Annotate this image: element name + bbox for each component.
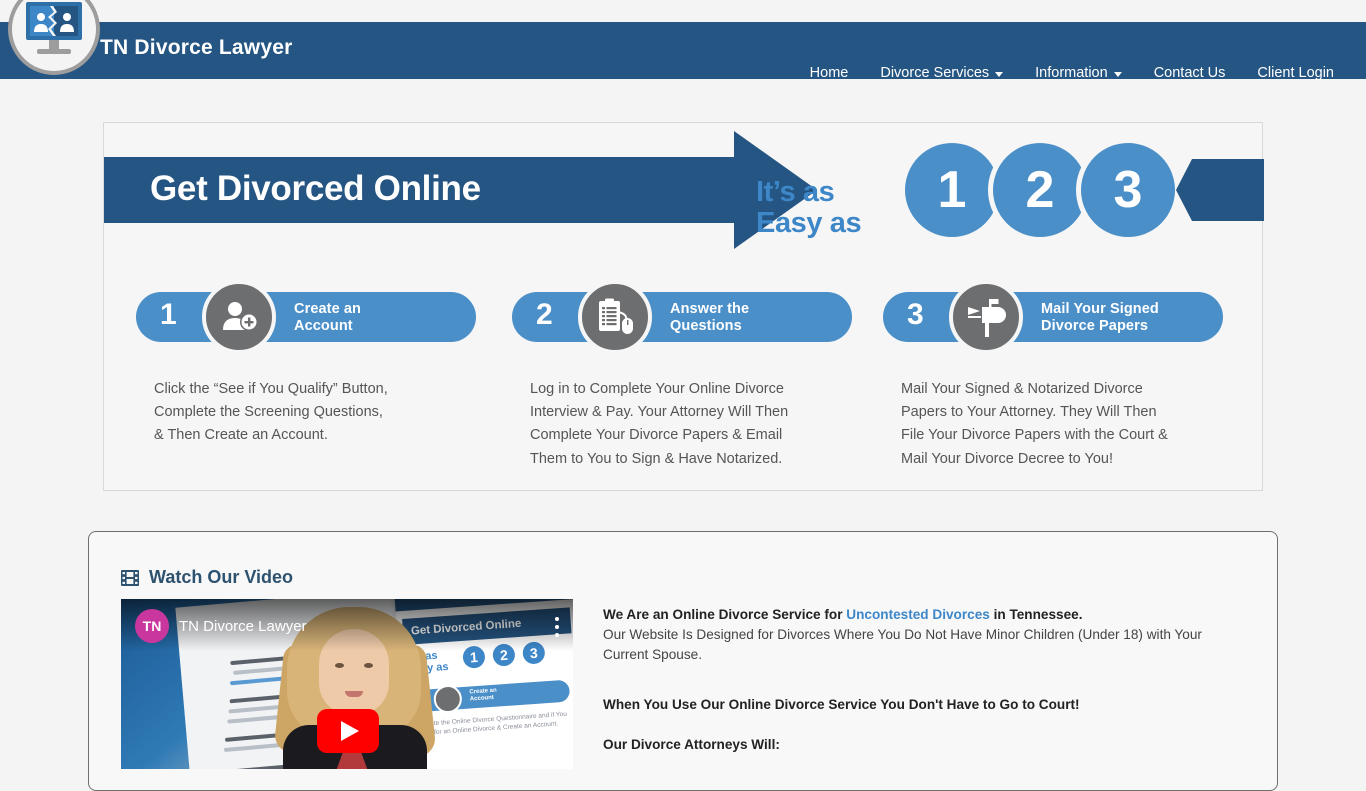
video-section-heading: Watch Our Video — [121, 567, 293, 588]
nav-item-divorce-services[interactable]: Divorce Services — [864, 57, 1019, 89]
video-card: Watch Our Video Get Divorced Online It's — [88, 531, 1278, 791]
nav-item-client-login[interactable]: Client Login — [1241, 57, 1350, 89]
clipboard-mouse-icon — [578, 280, 652, 354]
easy-line-1: It’s as — [756, 176, 835, 208]
thumbnail-pill-line-2: Account — [469, 694, 495, 703]
video-title[interactable]: TN Divorce Lawyer — [179, 618, 307, 635]
youtube-play-icon[interactable] — [317, 709, 379, 753]
step-label-line-1: Create an — [294, 301, 361, 317]
steps-card: Get Divorced Online It’s as Easy as 1 2 … — [103, 122, 1264, 491]
step-pill-1[interactable]: 1 Create an Account — [136, 280, 476, 354]
chevron-down-icon — [1113, 71, 1122, 77]
hero-banner: Get Divorced Online It’s as Easy as 1 2 … — [104, 131, 1264, 249]
channel-avatar[interactable]: TN — [135, 609, 169, 643]
step-label-2: Answer the Questions — [670, 301, 749, 335]
add-user-icon — [202, 280, 276, 354]
step-pill-3[interactable]: 3 Mail Your Signed Divorce Papers — [883, 280, 1223, 354]
step-column-2: 2 Answer the Questions Log in to Complet… — [512, 280, 884, 471]
banner-title: Get Divorced Online — [150, 169, 481, 208]
divorce-monitor-icon — [26, 2, 82, 54]
video-player[interactable]: Get Divorced Online It's as Easy as 1 2 … — [121, 599, 573, 769]
uncontested-divorces-link[interactable]: Uncontested Divorces — [846, 607, 990, 622]
kebab-menu-icon[interactable] — [555, 617, 559, 641]
video-heading-label: Watch Our Video — [149, 567, 294, 587]
copy-line-2: Our Website Is Designed for Divorces Whe… — [603, 627, 1202, 662]
nav-item-label: Divorce Services — [880, 64, 990, 81]
step-label-line-1: Mail Your Signed — [1041, 301, 1159, 317]
step-number-2: 2 — [536, 298, 553, 331]
step-description-1: Click the “See if You Qualify” Button, C… — [154, 381, 388, 444]
nav-item-label: Contact Us — [1153, 64, 1226, 81]
copy-line-4: Our Divorce Attorneys Will: — [603, 737, 780, 752]
banner-number-circle-3: 3 — [1076, 138, 1180, 242]
step-column-1: 1 Create an Account Click the “See if Yo… — [136, 280, 508, 448]
video-copy: We Are an Online Divorce Service for Unc… — [603, 605, 1243, 755]
step-label-line-2: Questions — [670, 318, 742, 334]
step-description-3: Mail Your Signed & Notarized Divorce Pap… — [901, 381, 1168, 467]
step-pill-2[interactable]: 2 Answer the Questions — [512, 280, 852, 354]
easy-line-2: Easy as — [756, 207, 862, 239]
step-label-line-2: Divorce Papers — [1041, 318, 1148, 334]
step-label-3: Mail Your Signed Divorce Papers — [1041, 301, 1159, 335]
easy-as-text: It’s as Easy as — [756, 176, 862, 239]
step-description-2: Log in to Complete Your Online Divorce I… — [530, 381, 789, 467]
copy-line-3: When You Use Our Online Divorce Service … — [603, 697, 1080, 712]
copy-line-1-post: in Tennessee. — [989, 607, 1083, 622]
nav-item-label: Home — [809, 64, 849, 81]
step-column-3: 3 Mail Your Signed Divorce Papers Mail Y… — [883, 280, 1255, 471]
chevron-down-icon — [995, 71, 1004, 77]
brand-name: TN Divorce Lawyer — [100, 36, 293, 59]
nav-item-home[interactable]: Home — [794, 57, 865, 89]
step-label-line-2: Account — [294, 318, 353, 334]
film-strip-icon — [121, 569, 139, 586]
step-label-1: Create an Account — [294, 301, 361, 335]
mailbox-icon — [949, 280, 1023, 354]
copy-line-1: We Are an Online Divorce Service for Unc… — [603, 605, 1243, 625]
nav-item-information[interactable]: Information — [1019, 57, 1138, 89]
step-number-1: 1 — [160, 298, 177, 331]
banner-ribbon-tail — [1176, 159, 1264, 221]
video-thumbnail: Get Divorced Online It's as Easy as 1 2 … — [121, 599, 573, 769]
nav-item-label: Client Login — [1257, 64, 1334, 81]
copy-line-1-pre: We Are an Online Divorce Service for — [603, 607, 847, 622]
main-navigation: Home Divorce Services Information Contac… — [794, 44, 1350, 101]
step-label-line-1: Answer the — [670, 301, 750, 317]
nav-item-label: Information — [1035, 64, 1108, 81]
nav-item-contact-us[interactable]: Contact Us — [1138, 57, 1242, 89]
step-number-3: 3 — [907, 298, 924, 331]
